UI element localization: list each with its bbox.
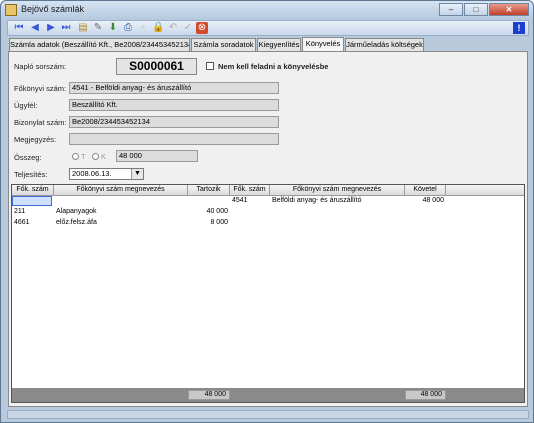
col-header-megnevezes-left[interactable]: Főkönyvi szám megnevezés [54,185,188,196]
delete-icon[interactable]: ⊗ [196,22,208,34]
grid-body: 4541 Belföldi anyag- és áruszállító 48 0… [12,196,524,388]
undo-icon[interactable]: ↶ [167,22,179,34]
table-cell[interactable]: előz.felsz.áfa [54,218,188,228]
tab-szamla-adatok[interactable]: Számla adatok (Beszállító Kft., Be2008/2… [9,38,190,51]
osszeg-k-radio[interactable] [92,153,99,160]
lock-icon[interactable]: 🔒 [152,22,164,34]
osszeg-k-label: K [101,152,107,161]
edit-icon[interactable]: ✎ [92,22,104,34]
col-header-filler [446,185,524,196]
ugyfel-field[interactable]: Beszállító Kft. [69,99,279,111]
next-icon[interactable]: ▶ [45,22,57,34]
teljesites-label: Teljesítés: [14,170,48,179]
bizonylat-field[interactable]: Be2008/234453452134 [69,116,279,128]
col-header-fok-szam-right[interactable]: Fők. szám [230,185,270,196]
tartozik-total: 48 000 [188,390,230,400]
naplo-label: Napló sorszám: [14,62,67,71]
new-icon[interactable]: ▤ [77,22,89,34]
chevron-down-icon[interactable]: ▼ [131,169,143,179]
ugyfel-label: Ügyfél: [14,101,38,110]
bizonylat-label: Bizonylat szám: [14,118,67,127]
megjegyzes-field[interactable] [69,133,279,145]
table-cell[interactable]: 211 [12,207,54,217]
prev-icon[interactable]: ◀ [29,22,41,34]
app-icon [5,4,17,16]
help-button[interactable]: ! [513,22,525,34]
osszeg-label: Összeg: [14,153,42,162]
title-bar[interactable]: Bejövő számlák – □ ✕ [1,1,533,18]
kovetel-total: 48 000 [405,390,446,400]
copy-icon[interactable]: ▫ [137,22,149,34]
megjegyzes-label: Megjegyzés: [14,135,57,144]
table-cell[interactable]: 4661 [12,218,54,228]
save-icon[interactable]: ⬇ [107,22,119,34]
tab-kiegyenlites[interactable]: Kiegyenlítés [257,38,301,51]
col-header-kovetel[interactable]: Követel [405,185,446,196]
table-cell[interactable]: 48 000 [405,196,446,206]
close-button[interactable]: ✕ [489,3,529,16]
last-icon[interactable]: ⏭ [60,22,72,34]
teljesites-date-field[interactable]: 2008.06.13. ▼ [69,168,144,180]
window-title: Bejövő számlák [21,4,85,14]
minimize-button[interactable]: – [439,3,463,16]
status-bar [7,410,529,419]
col-header-megnevezes-right[interactable]: Főkönyvi szám megnevezés [270,185,405,196]
confirm-icon[interactable]: ✓ [182,22,194,34]
col-header-fok-szam-left[interactable]: Fők. szám [12,185,54,196]
first-icon[interactable]: ⏮ [13,22,25,34]
table-cell[interactable]: 4541 [230,196,270,206]
maximize-button[interactable]: □ [464,3,488,16]
fokonyvi-label: Főkönyvi szám: [14,84,67,93]
tab-konyveles[interactable]: Könyvelés [302,37,344,51]
table-cell[interactable]: Alapanyagok [54,207,188,217]
toolbar: ⏮ ◀ ▶ ⏭ ▤ ✎ ⬇ ⎙ ▫ 🔒 ↶ ✓ ⊗ ! [7,20,529,36]
table-cell[interactable]: 8 000 [188,218,230,228]
selected-cell[interactable] [12,196,52,206]
osszeg-t-label: T [81,152,86,161]
table-cell[interactable]: Belföldi anyag- és áruszállító [270,196,405,206]
konyveles-panel: Napló sorszám: S0000061 Nem kell feladni… [8,51,528,407]
teljesites-value: 2008.06.13. [72,169,112,178]
table-cell[interactable]: 40 000 [188,207,230,217]
window-controls: – □ ✕ [438,3,529,16]
naplo-sorszam-field: S0000061 [116,58,197,75]
nem-kell-checkbox[interactable] [206,62,214,70]
osszeg-field[interactable]: 48 000 [116,150,198,162]
col-header-tartozik[interactable]: Tartozik [188,185,230,196]
print-icon[interactable]: ⎙ [122,22,134,34]
osszeg-t-radio[interactable] [72,153,79,160]
nem-kell-label: Nem kell feladni a könyvelésbe [218,62,329,71]
tab-jarmueladas[interactable]: Járműeladás költségek [345,38,424,51]
tab-szamla-soradatok[interactable]: Számla soradatok [191,38,256,51]
main-window: Bejövő számlák – □ ✕ ⏮ ◀ ▶ ⏭ ▤ ✎ ⬇ ⎙ ▫ 🔒… [0,0,534,423]
fokonyvi-field[interactable]: 4541 - Belföldi anyag- és áruszállító [69,82,279,94]
konyveles-grid: Fők. szám Főkönyvi szám megnevezés Tarto… [11,184,525,403]
